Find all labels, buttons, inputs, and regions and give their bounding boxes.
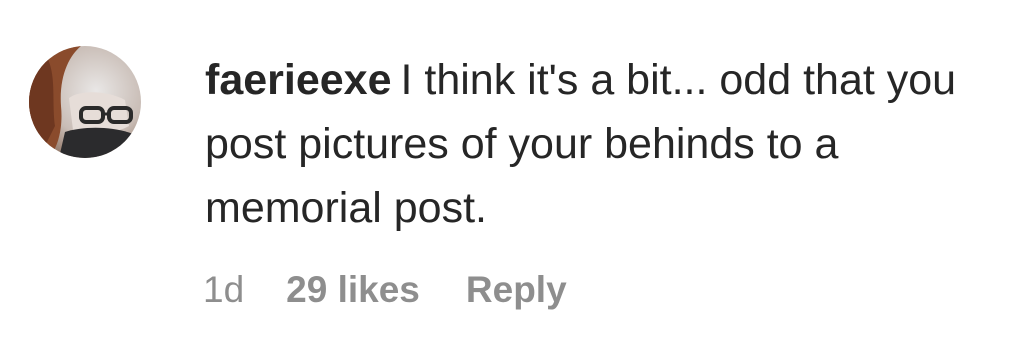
- comment-meta: 1d 29 likes Reply: [203, 266, 567, 314]
- comment-text-block: faerieexe I think it's a bit... odd that …: [205, 48, 985, 240]
- avatar[interactable]: [29, 46, 141, 158]
- reply-button[interactable]: Reply: [466, 266, 567, 314]
- avatar-photo-icon: [29, 46, 141, 158]
- timestamp: 1d: [203, 269, 245, 310]
- username-link[interactable]: faerieexe: [205, 56, 392, 104]
- likes-count-button[interactable]: 29 likes: [286, 266, 420, 314]
- comment-body: faerieexe I think it's a bit... odd that …: [205, 48, 985, 240]
- comment: faerieexe I think it's a bit... odd that …: [0, 0, 1024, 339]
